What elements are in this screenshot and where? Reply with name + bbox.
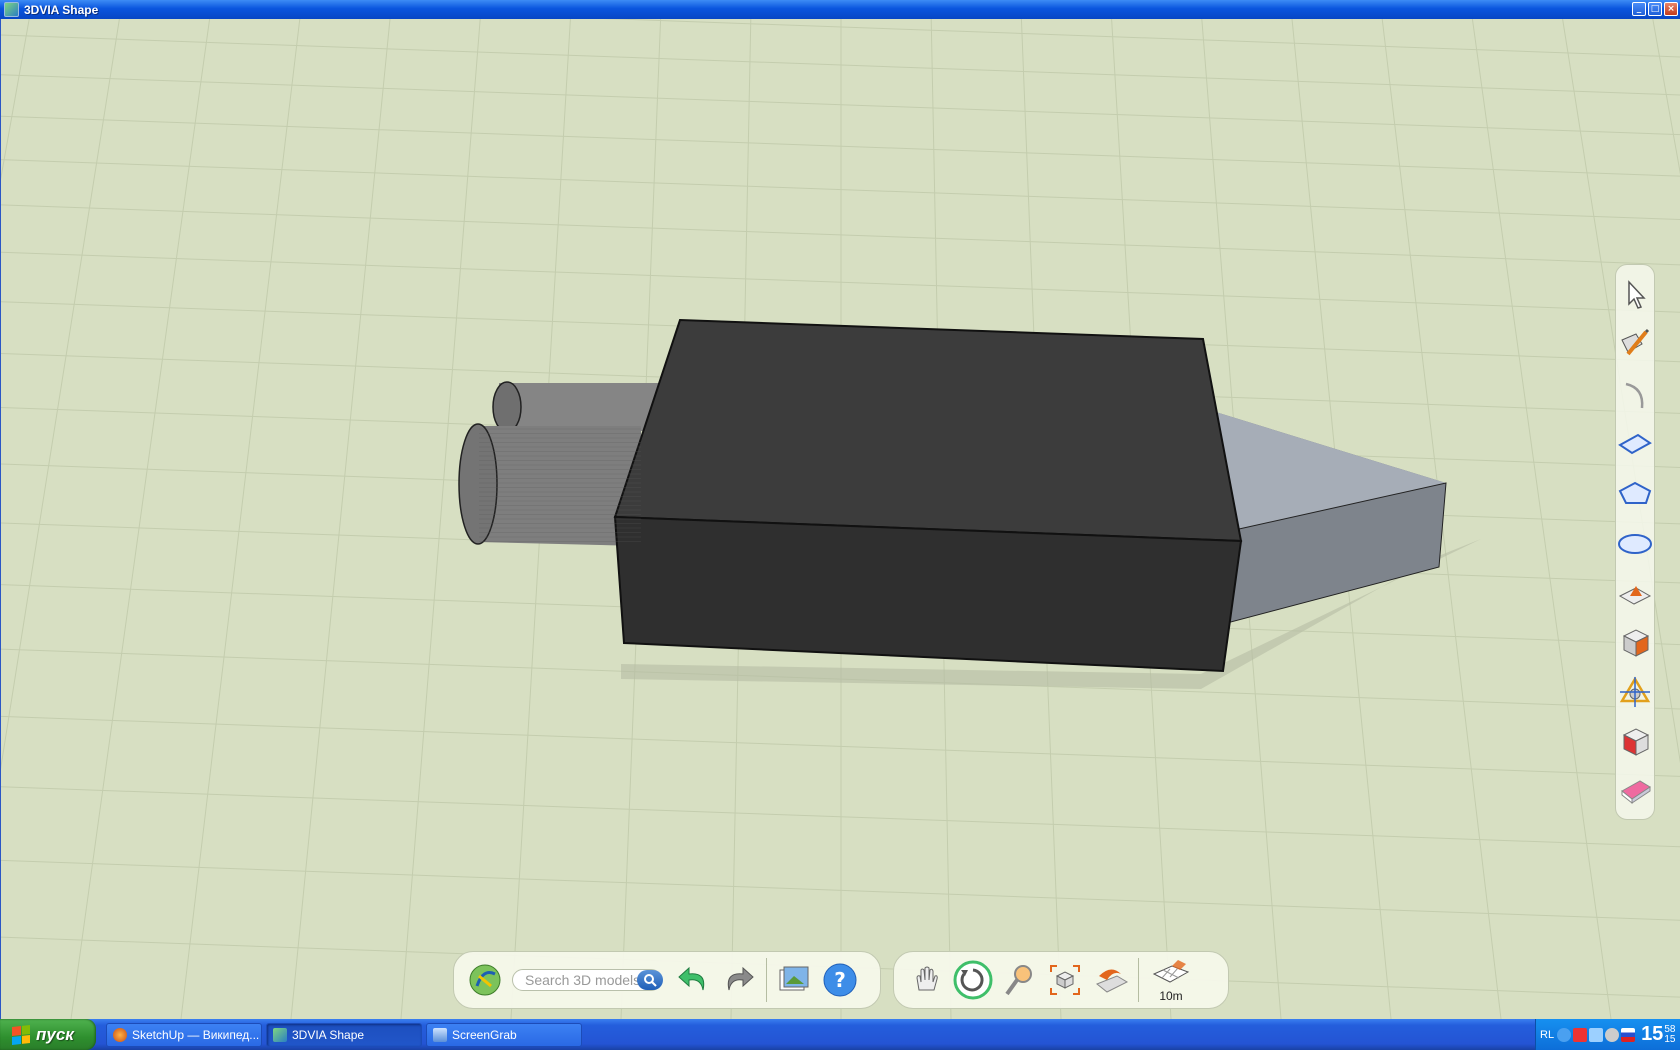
main-box — [613, 318, 1243, 673]
zoom-magnifier-icon — [1005, 965, 1032, 996]
bottom-toolbar-left: ? — [453, 951, 881, 1009]
scale-grid-icon — [1152, 959, 1190, 983]
push-pull-tool[interactable] — [1616, 571, 1654, 616]
task-screengrab[interactable]: ScreenGrab — [426, 1022, 582, 1047]
3d-viewport[interactable]: ? 10m — [0, 19, 1680, 1019]
orbit-icon — [953, 960, 993, 1000]
zoom-extents-icon — [1050, 965, 1080, 995]
select-tool-icon — [1628, 280, 1646, 310]
3dvia-app-icon — [273, 1027, 287, 1042]
windows-logo-icon — [12, 1024, 30, 1045]
redo-button[interactable] — [716, 957, 762, 1003]
eraser-tool-icon — [1621, 780, 1651, 804]
3dvia-home-button[interactable] — [462, 957, 508, 1003]
3dvia-logo-icon — [469, 964, 501, 996]
task-label: 3DVIA Shape — [292, 1027, 365, 1042]
clock-hour: 15 — [1641, 1023, 1664, 1045]
toolbar-separator — [766, 958, 767, 1002]
push-pull-tool-icon — [1618, 586, 1652, 605]
arc-tool-icon — [1625, 382, 1644, 408]
system-tray: RL 15 58 15 — [1535, 1019, 1680, 1050]
task-label: ScreenGrab — [452, 1027, 517, 1042]
arc-tool[interactable] — [1616, 372, 1654, 417]
search-input[interactable] — [523, 971, 643, 989]
eraser-tool[interactable] — [1616, 769, 1654, 814]
grid-line — [70, 19, 211, 1019]
walk-view-icon — [1096, 969, 1129, 993]
network-icon[interactable] — [1557, 1027, 1572, 1042]
circle-tool[interactable] — [1616, 521, 1654, 566]
grid-line — [290, 19, 391, 1019]
3d-scene[interactable] — [1, 19, 1680, 1019]
search-button[interactable] — [637, 970, 663, 990]
window-titlebar: 3DVIA Shape _ □ × — [0, 0, 1680, 19]
clock[interactable]: 15 58 15 — [1641, 1023, 1675, 1046]
zoom-button[interactable] — [996, 957, 1042, 1003]
paint-tool[interactable] — [1616, 720, 1654, 765]
volume-icon[interactable] — [1605, 1027, 1620, 1042]
maximize-button[interactable]: □ — [1648, 2, 1662, 16]
clock-minutes-bottom: 15 — [1664, 1033, 1676, 1045]
minimize-button[interactable]: _ — [1632, 2, 1646, 16]
antivirus-icon[interactable] — [1573, 1027, 1588, 1042]
gallery-button[interactable] — [771, 957, 817, 1003]
pan-button[interactable] — [904, 957, 950, 1003]
select-tool[interactable] — [1616, 273, 1654, 318]
start-label: пуск — [36, 1024, 74, 1044]
polygon-tool[interactable] — [1616, 472, 1654, 517]
paint-tool-icon — [1622, 728, 1650, 756]
line-tool[interactable] — [1616, 323, 1654, 368]
search-icon — [644, 974, 657, 987]
undo-button[interactable] — [670, 957, 716, 1003]
rectangle-tool-icon — [1618, 434, 1652, 455]
screengrab-icon — [433, 1027, 447, 1042]
move-rotate-tool[interactable] — [1616, 670, 1654, 715]
circle-tool-icon — [1618, 533, 1652, 554]
window-title: 3DVIA Shape — [24, 2, 99, 17]
app-icon — [4, 2, 19, 17]
task-sketchup[interactable]: SketchUp — Википед... — [106, 1022, 262, 1047]
grid-line — [1652, 19, 1680, 175]
line-tool-icon — [1621, 328, 1650, 356]
zoom-extents-button[interactable] — [1042, 957, 1088, 1003]
undo-icon — [678, 966, 705, 991]
task-list: SketchUp — Википед... 3DVIA Shape Screen… — [106, 1022, 582, 1047]
scale-label: 10m — [1159, 988, 1183, 1003]
gallery-icon — [779, 966, 809, 991]
walk-view-button[interactable] — [1088, 957, 1134, 1003]
help-icon: ? — [823, 963, 857, 997]
grid-line — [1, 19, 30, 181]
orbit-button[interactable] — [950, 957, 996, 1003]
rectangle-tool[interactable] — [1616, 422, 1654, 467]
task-3dvia-shape[interactable]: 3DVIA Shape — [266, 1022, 422, 1047]
russian-flag-icon[interactable] — [1621, 1027, 1636, 1042]
language-indicator[interactable]: RL — [1540, 1029, 1554, 1041]
taskbar: пуск SketchUp — Википед... 3DVIA Shape S… — [0, 1019, 1680, 1050]
clock-minutes: 58 15 — [1664, 1023, 1676, 1045]
box-tool[interactable] — [1616, 620, 1654, 665]
toolbar-separator — [1138, 958, 1139, 1002]
back-cylinder — [492, 381, 659, 433]
clock-minutes-top: 58 — [1664, 1023, 1676, 1035]
task-label: SketchUp — Википед... — [132, 1027, 260, 1042]
hand-pan-icon — [916, 966, 938, 991]
help-button[interactable]: ? — [817, 957, 863, 1003]
grid-line — [1, 19, 120, 770]
firefox-icon — [113, 1027, 127, 1042]
start-button[interactable]: пуск — [0, 1019, 96, 1050]
drawing-tool-panel — [1615, 264, 1655, 820]
close-button[interactable]: × — [1664, 2, 1678, 16]
polygon-tool-icon — [1618, 481, 1652, 504]
move-rotate-tool-icon — [1619, 676, 1651, 708]
wedge-shape — [1206, 409, 1447, 624]
model-search-box — [512, 969, 663, 991]
redo-icon — [727, 966, 754, 991]
bottom-toolbar-right: 10m — [893, 951, 1229, 1009]
window-controls: _ □ × — [1632, 2, 1678, 16]
display-icon[interactable] — [1589, 1027, 1604, 1042]
svg-text:?: ? — [834, 968, 846, 992]
box-tool-icon — [1622, 629, 1650, 657]
scale-button[interactable]: 10m — [1143, 955, 1199, 1005]
